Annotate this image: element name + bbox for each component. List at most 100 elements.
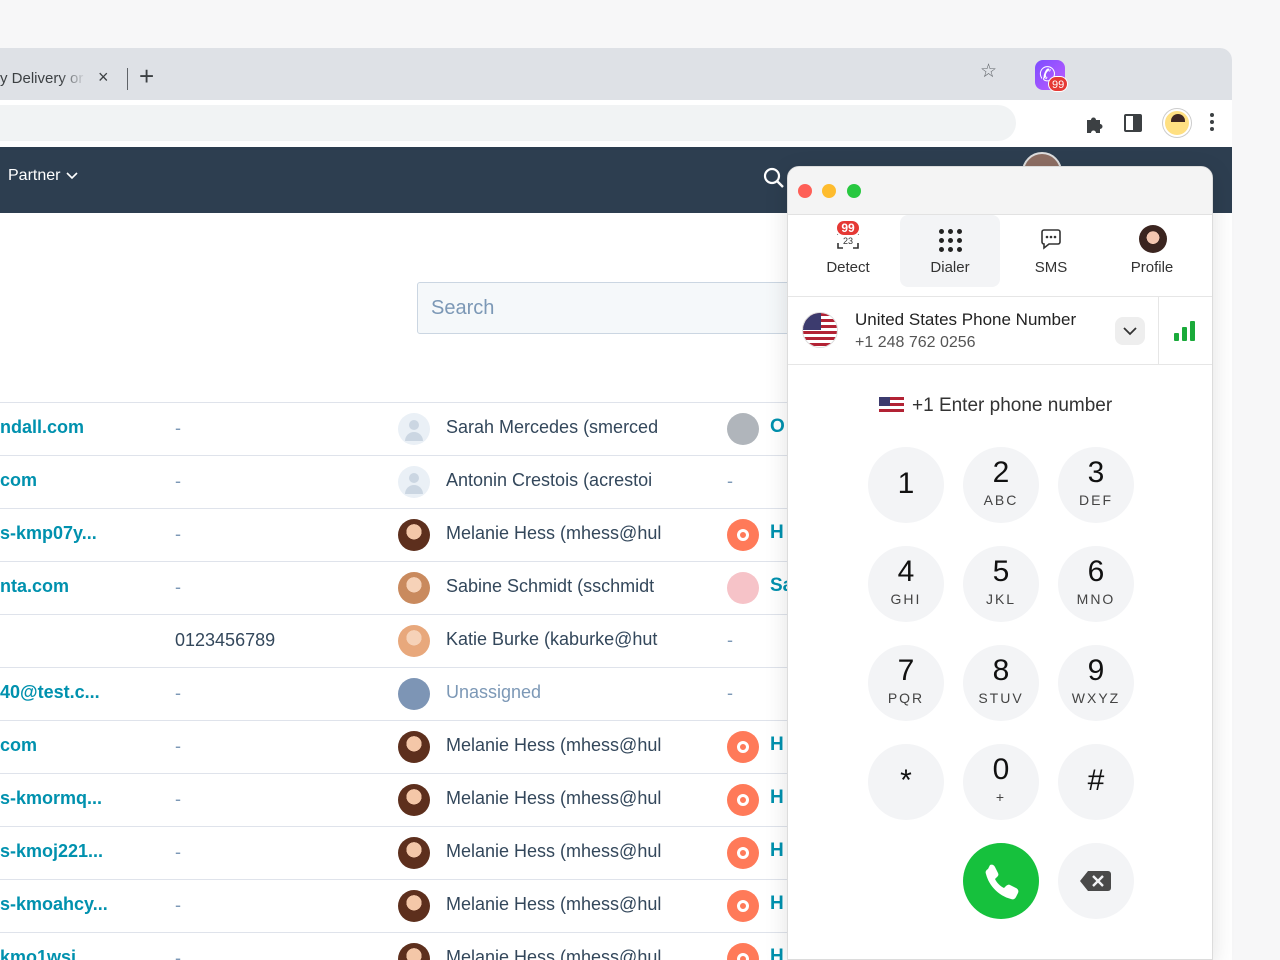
company-link[interactable]: H — [770, 522, 784, 544]
contact-email-link[interactable]: 40@test.c... — [0, 682, 100, 703]
search-icon[interactable] — [762, 166, 786, 190]
contact-owner: Sabine Schmidt (sschmidt — [446, 576, 655, 596]
tab-dialer[interactable]: Dialer — [900, 215, 1000, 287]
key-hash[interactable]: # — [1058, 744, 1134, 820]
key-digit: 4 — [897, 555, 915, 588]
tab-profile-label: Profile — [1130, 259, 1174, 276]
tab-profile[interactable]: Profile — [1102, 215, 1202, 297]
contact-email-link[interactable]: com — [0, 735, 37, 756]
company-link[interactable]: H — [770, 946, 784, 960]
company-link[interactable]: H — [770, 734, 784, 756]
table-row[interactable]: s-kmoahcy... - Melanie Hess (mhess@hul H — [0, 879, 800, 932]
key-6[interactable]: 6 MNO — [1058, 546, 1134, 622]
contact-phone: - — [175, 418, 181, 438]
contact-phone: - — [175, 789, 181, 809]
divider — [1158, 297, 1159, 365]
company-logo — [727, 890, 759, 922]
phone-number-field[interactable] — [788, 391, 1212, 421]
owner-avatar — [398, 625, 430, 657]
address-bar[interactable] — [0, 105, 1016, 141]
contact-email-link[interactable]: ndall.com — [0, 417, 84, 438]
contact-email-link[interactable]: s-kmormq... — [0, 788, 102, 809]
contact-owner: Melanie Hess (mhess@hul — [446, 947, 662, 960]
contact-owner: Antonin Crestois (acrestoi — [446, 470, 653, 490]
contact-email-link[interactable]: kmo1wsi... — [0, 947, 91, 960]
extension-badge: 99 — [1048, 76, 1069, 92]
side-panel-icon[interactable] — [1124, 114, 1142, 132]
key-digit: 8 — [992, 654, 1010, 687]
key-letters: WXYZ — [1071, 690, 1121, 706]
tab-sms[interactable]: SMS — [1001, 215, 1101, 297]
table-row[interactable]: ndall.com - Sarah Mercedes (smerced O — [0, 402, 800, 455]
chat-bubble-icon — [1041, 229, 1061, 250]
key-1[interactable]: 1 — [868, 447, 944, 523]
key-0[interactable]: 0 + — [963, 744, 1039, 820]
table-row[interactable]: 40@test.c... - Unassigned - — [0, 667, 800, 720]
company-link[interactable]: H — [770, 893, 784, 915]
key-digit: 2 — [992, 456, 1010, 489]
close-window-button[interactable] — [798, 184, 812, 198]
puzzle-icon[interactable] — [1084, 113, 1106, 135]
backspace-button[interactable] — [1058, 843, 1134, 919]
table-row[interactable]: s-kmp07y... - Melanie Hess (mhess@hul H — [0, 508, 800, 561]
call-button[interactable] — [963, 843, 1039, 919]
bookmark-star-icon[interactable]: ☆ — [980, 60, 997, 83]
dialer-panel: 23 99 Detect Dialer SMS Profile United S… — [787, 166, 1213, 960]
maximize-window-button[interactable] — [847, 184, 861, 198]
company-link[interactable]: H — [770, 787, 784, 809]
tab-close-icon[interactable]: × — [98, 67, 109, 88]
table-row[interactable]: 0123456789 Katie Burke (kaburke@hut - — [0, 614, 800, 667]
table-row[interactable]: s-kmormq... - Melanie Hess (mhess@hul H — [0, 773, 800, 826]
phone-number-input[interactable] — [912, 391, 1172, 421]
company-link[interactable]: O — [770, 416, 785, 438]
number-dropdown-button[interactable] — [1115, 317, 1145, 345]
search-box[interactable] — [417, 282, 817, 334]
owner-avatar — [398, 466, 430, 498]
key-3[interactable]: 3 DEF — [1058, 447, 1134, 523]
chrome-profile-avatar[interactable] — [1163, 109, 1191, 137]
company-empty: - — [727, 630, 733, 650]
table-row[interactable]: nta.com - Sabine Schmidt (sschmidt Sa — [0, 561, 800, 614]
contact-email-link[interactable]: s-kmoj221... — [0, 841, 103, 862]
key-digit: 5 — [992, 555, 1010, 588]
contact-phone: - — [175, 895, 181, 915]
more-menu-icon[interactable] — [1210, 113, 1214, 134]
contact-phone: - — [175, 736, 181, 756]
key-letters: MNO — [1076, 591, 1116, 607]
company-logo — [727, 731, 759, 763]
table-row[interactable]: s-kmoj221... - Melanie Hess (mhess@hul H — [0, 826, 800, 879]
tab-detect[interactable]: 23 99 Detect — [798, 215, 898, 297]
contact-phone: - — [175, 683, 181, 703]
key-4[interactable]: 4 GHI — [868, 546, 944, 622]
key-8[interactable]: 8 STUV — [963, 645, 1039, 721]
key-9[interactable]: 9 WXYZ — [1058, 645, 1134, 721]
contact-phone: - — [175, 471, 181, 491]
contact-owner: Melanie Hess (mhess@hul — [446, 735, 662, 755]
contact-email-link[interactable]: s-kmoahcy... — [0, 894, 108, 915]
table-row[interactable]: com - Antonin Crestois (acrestoi - — [0, 455, 800, 508]
caller-number-selector[interactable]: United States Phone Number +1 248 762 02… — [788, 297, 1212, 365]
new-tab-icon[interactable]: + — [139, 63, 154, 89]
contact-email-link[interactable]: com — [0, 470, 37, 491]
keypad-icon — [939, 229, 962, 252]
contact-phone: - — [175, 948, 181, 960]
signal-strength-icon — [1174, 321, 1196, 341]
table-row[interactable]: kmo1wsi... - Melanie Hess (mhess@hul H — [0, 932, 800, 960]
key-2[interactable]: 2 ABC — [963, 447, 1039, 523]
search-input[interactable] — [418, 283, 816, 333]
minimize-window-button[interactable] — [822, 184, 836, 198]
us-flag-icon — [802, 312, 838, 348]
profile-avatar — [1139, 225, 1167, 253]
key-5[interactable]: 5 JKL — [963, 546, 1039, 622]
backspace-icon — [1080, 871, 1111, 891]
key-7[interactable]: 7 PQR — [868, 645, 944, 721]
company-link[interactable]: H — [770, 840, 784, 862]
contact-email-link[interactable]: nta.com — [0, 576, 69, 597]
nav-partner-menu[interactable]: Partner — [8, 167, 79, 185]
browser-tab[interactable]: y Delivery or × — [0, 60, 128, 100]
company-logo — [727, 837, 759, 869]
contact-email-link[interactable]: s-kmp07y... — [0, 523, 97, 544]
dialer-nav-tabs: 23 99 Detect Dialer SMS Profile — [788, 215, 1212, 297]
table-row[interactable]: com - Melanie Hess (mhess@hul H — [0, 720, 800, 773]
key-star[interactable]: * — [868, 744, 944, 820]
